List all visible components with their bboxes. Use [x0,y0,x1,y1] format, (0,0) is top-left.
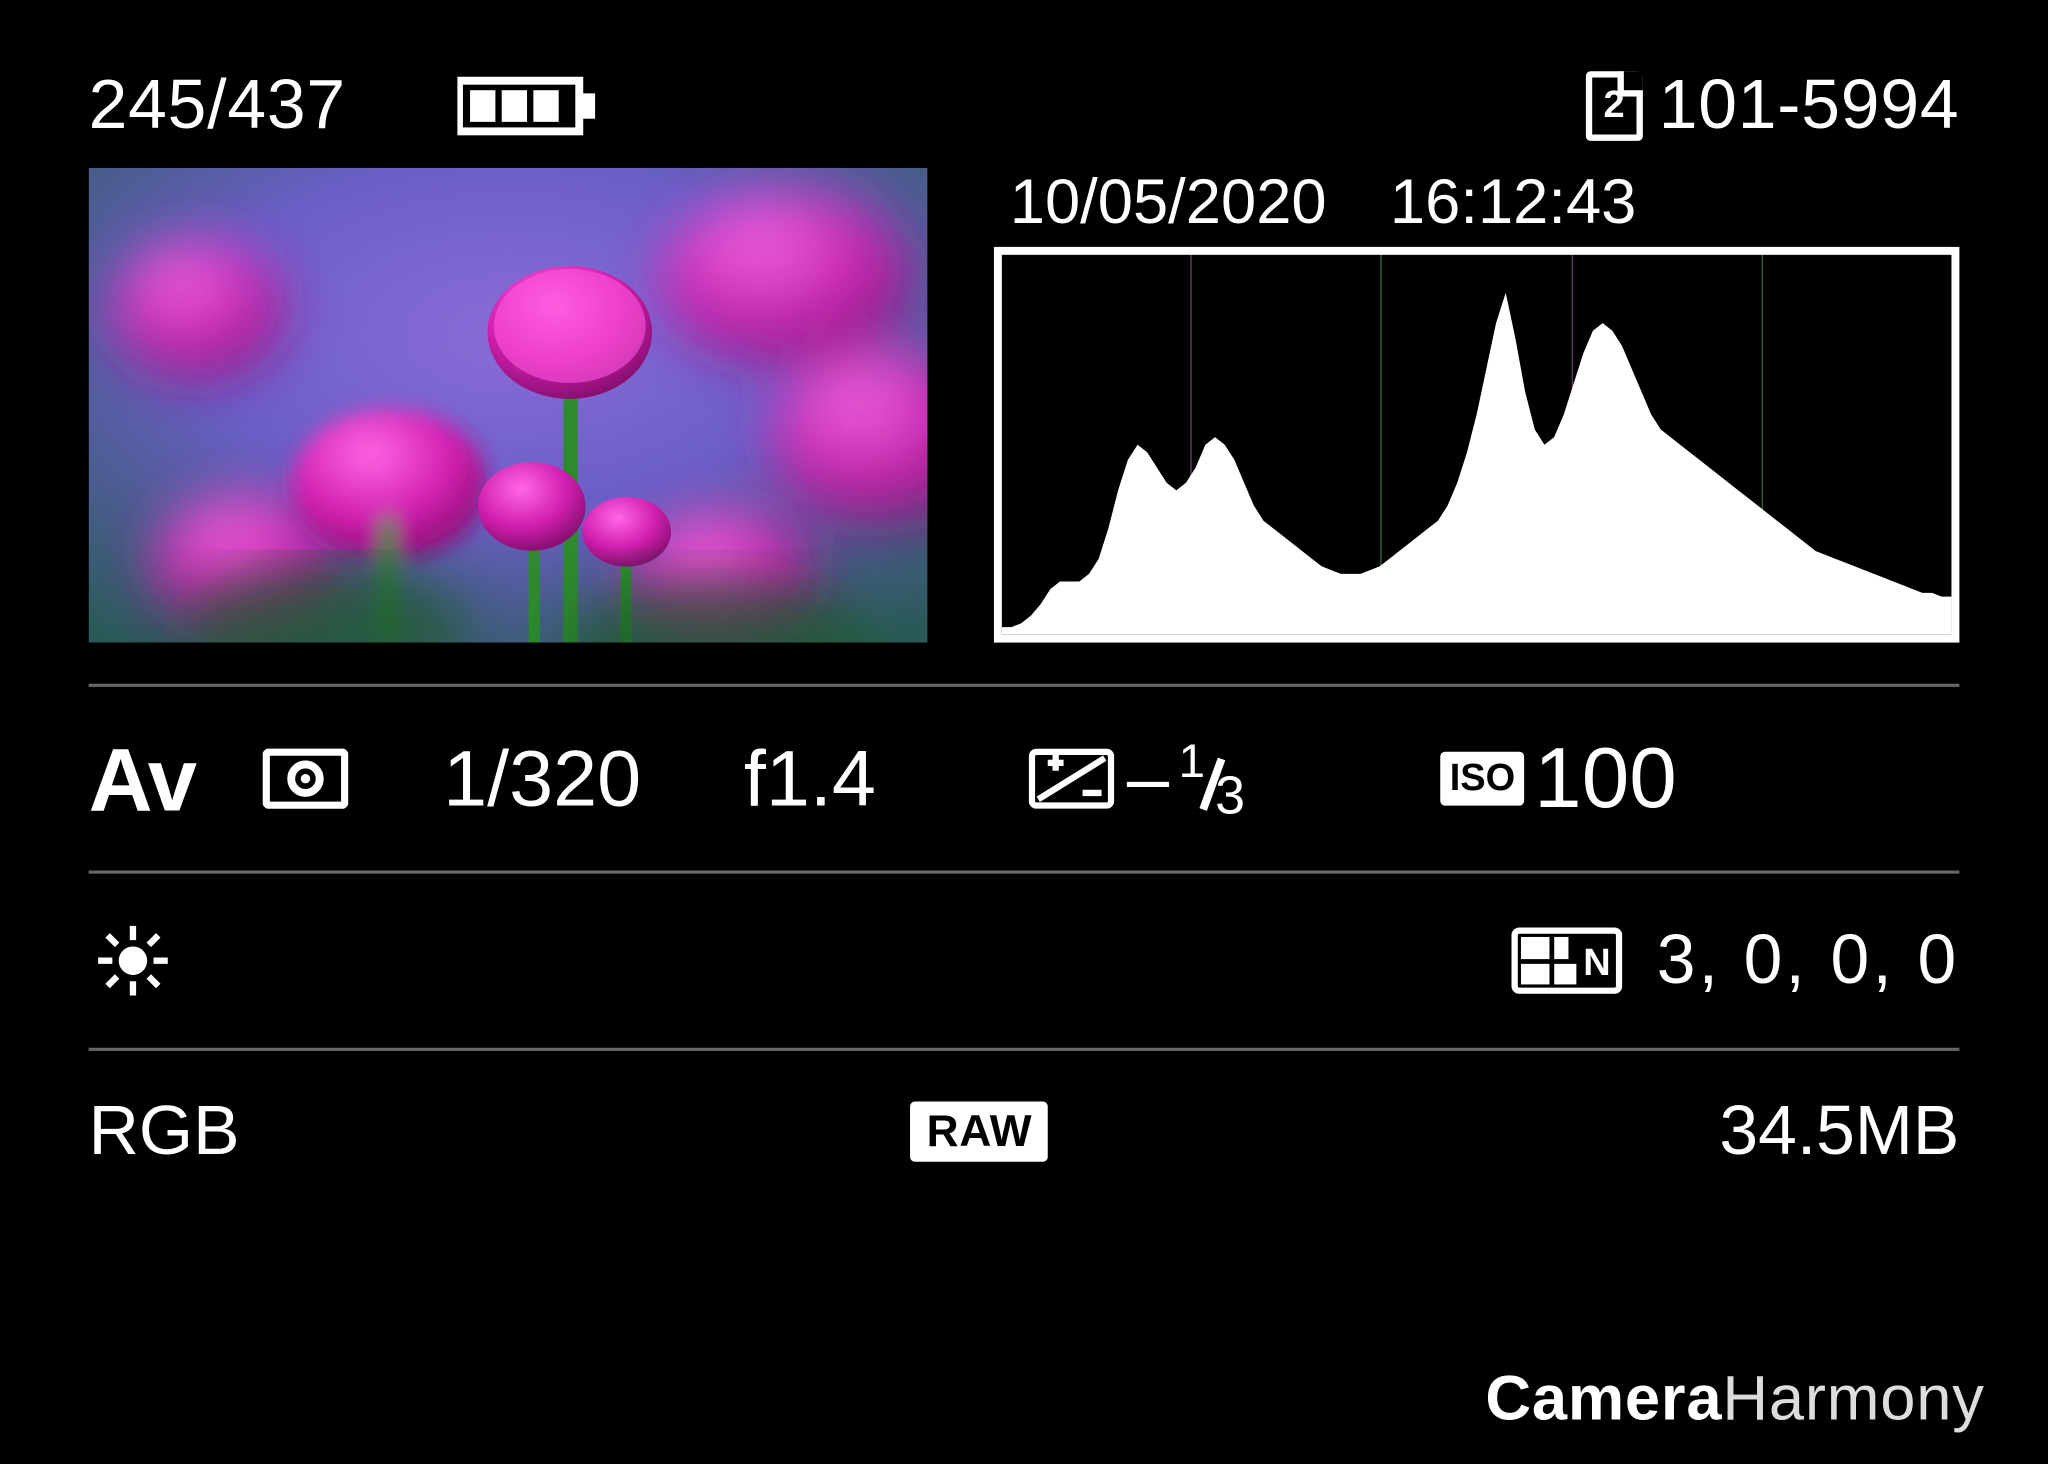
picture-style-icon: N [1511,927,1622,993]
image-counter: 245/437 [89,66,346,145]
iso-badge: ISO [1440,752,1524,806]
sun-icon [95,923,171,999]
exposure-info-row: Av 1/320 f1.4 – 1 [89,709,1960,848]
photo-thumbnail[interactable] [89,168,928,643]
file-format-badge: RAW [911,1102,1048,1162]
evaluative-metering-icon [263,749,348,809]
folder-file-number: 2 101-5994 [1586,66,1959,145]
capture-date: 10/05/2020 [1010,167,1327,238]
ev-sign: – [1127,735,1169,822]
colorspace: RGB [89,1092,240,1171]
status-bar: 245/437 2 101-5994 [89,63,1960,148]
image-settings-row: N 3, 0, 0, 0 [89,899,1960,1022]
iso-value: 100 [1534,730,1677,828]
capture-time: 16:12:43 [1390,167,1636,238]
picture-style-values: 3, 0, 0, 0 [1657,921,1960,1000]
luminance-histogram [994,247,1959,643]
camera-playback-info-screen: 245/437 2 101-5994 [0,0,2048,1464]
file-size: 34.5MB [1719,1092,1959,1171]
capture-datetime: 10/05/2020 16:12:43 [994,168,1959,238]
preview-and-histogram-row: 10/05/2020 16:12:43 [89,168,1960,643]
exposure-compensation: – 1 3 [1029,735,1441,822]
svg-text:N: N [1583,942,1610,984]
sd-card-icon: 2 [1586,71,1643,141]
exposure-compensation-icon [1029,749,1114,809]
battery-3bars-icon [457,71,599,141]
shutter-speed: 1/320 [443,733,744,825]
iso: ISO 100 [1440,730,1677,828]
file-info-row: RGB RAW 34.5MB [89,1076,1960,1187]
brand-watermark: CameraHarmony [1485,1364,1984,1435]
aperture: f1.4 [744,733,1029,825]
ev-denominator: 3 [1215,766,1245,828]
folder-file-value: 101-5994 [1659,66,1960,145]
shooting-mode: Av [89,727,263,830]
